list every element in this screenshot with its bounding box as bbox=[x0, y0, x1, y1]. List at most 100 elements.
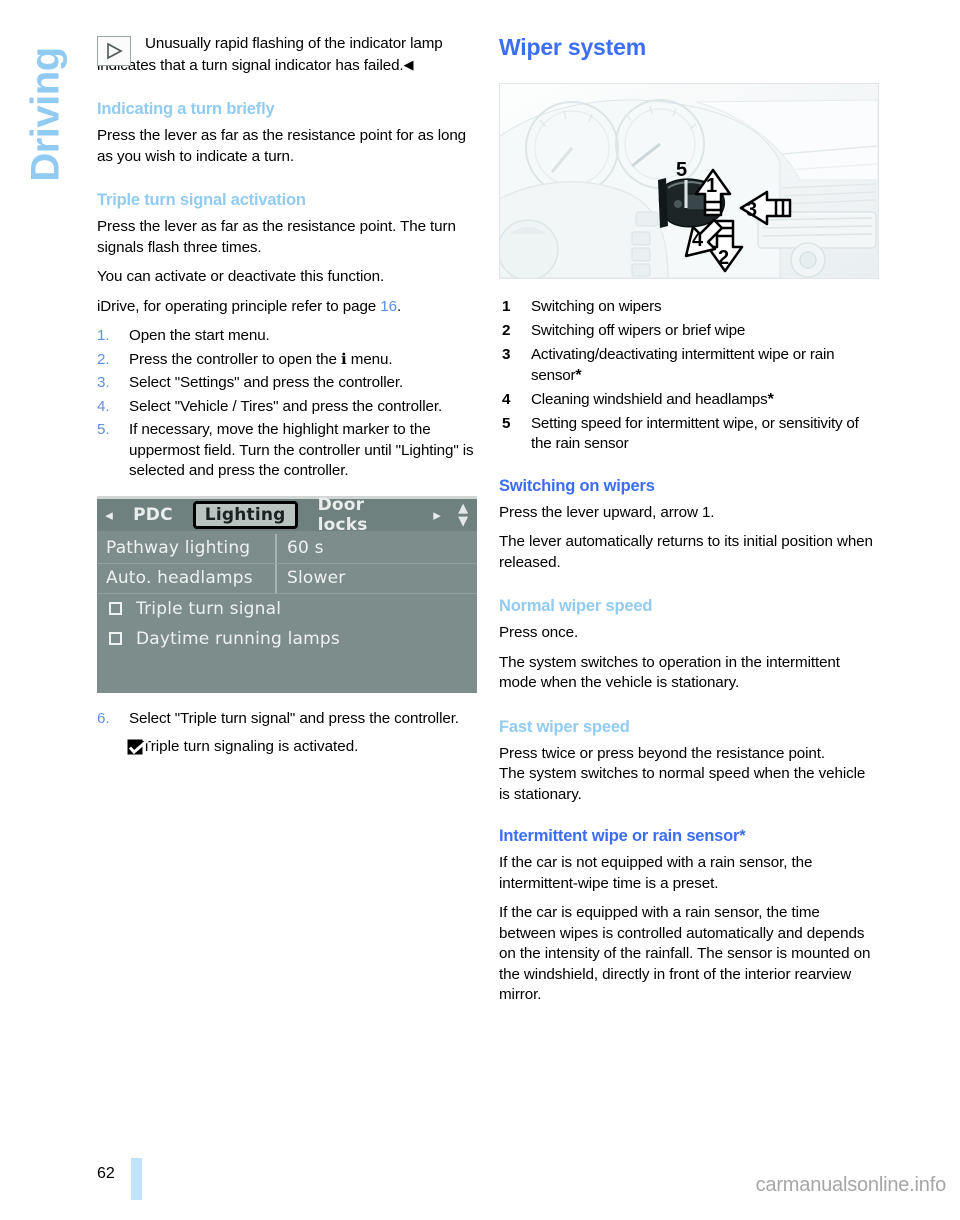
paragraph-normal-2: The system switches to operation in the … bbox=[499, 653, 840, 692]
up-down-scroll-icon[interactable]: ▲ ▼ bbox=[449, 502, 477, 528]
heading-normal-wiper-speed: Normal wiper speed bbox=[499, 597, 653, 615]
svg-text:4: 4 bbox=[692, 229, 704, 251]
page-footer: 62 carmanualsonline.info bbox=[0, 1150, 960, 1220]
indicator-note-text: Unusually rapid flashing of the indicato… bbox=[97, 34, 477, 76]
idrive-row-value: 60 s bbox=[275, 533, 477, 563]
step-text: Select "Vehicle / Tires" and press the c… bbox=[129, 397, 443, 415]
procedure-step: 6. Select "Triple turn signal" and press … bbox=[97, 709, 477, 730]
idrive-row-label: Pathway lighting bbox=[106, 538, 251, 558]
step-text: Press the controller to open the ℹ menu. bbox=[129, 350, 393, 368]
step-number: 3. bbox=[97, 374, 110, 391]
idrive-ref-prefix: iDrive, for operating principle refer to… bbox=[97, 297, 381, 315]
note-end-mark: ◀ bbox=[403, 56, 414, 72]
heading-intermittent-wipe-or-rain-sensor: Intermittent wipe or rain sensor* bbox=[499, 827, 746, 845]
legend-text: Cleaning windshield and headlamps bbox=[531, 390, 768, 408]
legend-number: 4 bbox=[502, 390, 511, 408]
svg-text:2: 2 bbox=[718, 247, 729, 269]
heading-fast-wiper-speed: Fast wiper speed bbox=[499, 717, 630, 736]
legend-text: Switching off wipers or brief wipe bbox=[531, 322, 746, 339]
step-number: 6. bbox=[97, 709, 110, 727]
idrive-row-auto-headlamps[interactable]: Auto. headlamps Slower bbox=[97, 563, 477, 594]
paragraph-triple-1: Press the lever as far as the resistance… bbox=[97, 218, 456, 256]
optional-equipment-asterisk: * bbox=[767, 390, 774, 408]
paragraph-indicating-1: Press the lever as far as the resistance… bbox=[97, 127, 467, 165]
paragraph-normal-1: Press once. bbox=[499, 624, 579, 641]
legend-text: Setting speed for intermittent wipe, or … bbox=[531, 414, 859, 453]
heading-triple-turn-signal-activation: Triple turn signal activation bbox=[97, 191, 306, 209]
chapter-tab: Driving bbox=[0, 0, 92, 230]
paragraph-switching-2: The lever automatically returns to its i… bbox=[499, 533, 873, 571]
svg-text:1: 1 bbox=[706, 175, 717, 197]
page-marker-bar bbox=[131, 1158, 142, 1200]
legend-number: 3 bbox=[502, 346, 511, 363]
legend-number: 5 bbox=[502, 414, 511, 432]
step-number: 2. bbox=[97, 350, 110, 368]
procedure-step: 3. Select "Settings" and press the contro… bbox=[97, 373, 477, 394]
idrive-ref-suffix: . bbox=[396, 297, 402, 315]
right-column: Wiper system 5 1 2 3 4 1 Switching on wi… bbox=[499, 34, 879, 1015]
page-title: Wiper system bbox=[499, 34, 646, 60]
svg-text:3: 3 bbox=[746, 199, 757, 221]
paragraph-intermittent-2: If the car is equipped with a rain senso… bbox=[499, 904, 871, 1003]
legend-item: 2 Switching off wipers or brief wipe bbox=[499, 321, 879, 342]
chapter-tab-label: Driving bbox=[23, 47, 68, 182]
idrive-tab-lighting[interactable]: Lighting bbox=[192, 500, 298, 529]
paragraph-fast-1: Press twice or press beyond the resistan… bbox=[499, 744, 826, 762]
legend-number: 2 bbox=[502, 322, 511, 339]
paragraph-triple-2: You can activate or deactivate this func… bbox=[97, 268, 385, 285]
procedure-step: 1. Open the start menu. bbox=[97, 326, 477, 347]
triangle-right-icon[interactable]: ▸ bbox=[425, 506, 449, 524]
procedure-steps-1-to-5: 1. Open the start menu. 2. Press the contr… bbox=[97, 326, 477, 482]
idrive-lighting-menu-screenshot: ◂ PDC Lighting Door locks ▸ ▲ ▼ Pathway l… bbox=[97, 495, 477, 693]
idrive-checkbox-label: Daytime running lamps bbox=[136, 628, 340, 649]
legend-text: Switching on wipers bbox=[531, 298, 662, 315]
idrive-checkbox-daytime-running-lamps[interactable]: Daytime running lamps bbox=[97, 624, 477, 654]
step-text: Select "Settings" and press the controll… bbox=[129, 374, 404, 391]
svg-text:5: 5 bbox=[676, 159, 687, 181]
legend-item: 5 Setting speed for intermittent wipe, or… bbox=[499, 414, 879, 455]
step-number: 4. bbox=[97, 397, 110, 415]
step-text: Select "Triple turn signal" and press th… bbox=[129, 709, 459, 727]
idrive-reference-line: iDrive, for operating principle refer to… bbox=[97, 297, 477, 318]
triangle-left-icon[interactable]: ◂ bbox=[97, 506, 121, 524]
idrive-settings-rows: Pathway lighting 60 s Auto. headlamps Sl… bbox=[97, 533, 477, 654]
turn-signal-indicator-triangle-icon bbox=[97, 36, 131, 66]
checkbox-icon[interactable] bbox=[109, 602, 122, 615]
wiper-control-legend: 1 Switching on wipers 2 Switching off wipe… bbox=[499, 297, 879, 455]
step-number: 5. bbox=[97, 421, 110, 438]
idrive-ref-page-number: 16 bbox=[380, 297, 397, 315]
legend-number: 1 bbox=[502, 298, 511, 315]
idrive-checkbox-triple-turn-signal[interactable]: Triple turn signal bbox=[97, 594, 477, 624]
indicator-note-body: Unusually rapid flashing of the indicato… bbox=[97, 35, 443, 74]
step-number: 1. bbox=[97, 327, 110, 344]
left-column: Unusually rapid flashing of the indicato… bbox=[97, 34, 477, 758]
paragraph-switching-1: Press the lever upward, arrow 1. bbox=[499, 503, 715, 521]
manual-page: Driving Unusually rapid flashing of the … bbox=[0, 0, 960, 1220]
page-number: 62 bbox=[97, 1165, 115, 1182]
paragraph-fast-2: The system switches to normal speed when… bbox=[499, 765, 866, 803]
procedure-step: 5. If necessary, move the highlight marke… bbox=[97, 420, 477, 482]
idrive-row-value: Slower bbox=[275, 563, 477, 593]
procedure-steps-6: 6. Select "Triple turn signal" and press … bbox=[97, 709, 477, 730]
result-triple-turn-signaling-activated: Triple turn signaling is activated. bbox=[97, 737, 477, 758]
idrive-tab-bar: ◂ PDC Lighting Door locks ▸ ▲ ▼ bbox=[97, 496, 477, 535]
wiper-stalk-illustration: 5 1 2 3 4 bbox=[499, 83, 879, 279]
idrive-row-pathway-lighting[interactable]: Pathway lighting 60 s bbox=[97, 533, 477, 564]
checkbox-icon[interactable] bbox=[109, 632, 122, 645]
heading-indicating-a-turn-briefly: Indicating a turn briefly bbox=[97, 100, 275, 118]
step-text: Open the start menu. bbox=[129, 327, 270, 344]
heading-switching-on-wipers: Switching on wipers bbox=[499, 476, 655, 495]
idrive-tab-pdc[interactable]: PDC bbox=[121, 505, 185, 525]
legend-item: 3 Activating/deactivating intermittent wi… bbox=[499, 345, 879, 386]
legend-item: 4 Cleaning windshield and headlamps* bbox=[499, 390, 879, 411]
optional-equipment-asterisk: * bbox=[575, 366, 582, 384]
procedure-step: 2. Press the controller to open the ℹ men… bbox=[97, 350, 477, 371]
step-text: If necessary, move the highlight marker … bbox=[129, 421, 474, 479]
procedure-step: 4. Select "Vehicle / Tires" and press the… bbox=[97, 397, 477, 418]
indicator-note: Unusually rapid flashing of the indicato… bbox=[97, 34, 477, 76]
checked-checkbox-icon bbox=[127, 738, 151, 756]
idrive-row-label: Auto. headlamps bbox=[106, 568, 253, 588]
site-watermark: carmanualsonline.info bbox=[755, 1174, 947, 1196]
legend-item: 1 Switching on wipers bbox=[499, 297, 879, 318]
idrive-tab-door-locks[interactable]: Door locks bbox=[306, 496, 425, 535]
